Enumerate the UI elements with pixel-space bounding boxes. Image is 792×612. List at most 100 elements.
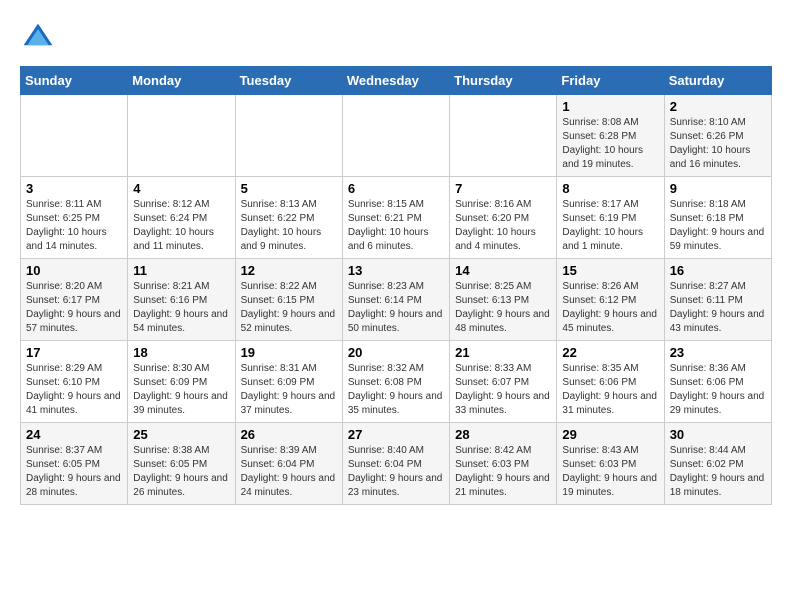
day-info: Sunrise: 8:35 AM Sunset: 6:06 PM Dayligh…: [562, 362, 658, 418]
calendar-cell: 19 Sunrise: 8:31 AM Sunset: 6:09 PM Dayli…: [235, 341, 342, 423]
day-info: Sunrise: 8:23 AM Sunset: 6:14 PM Dayligh…: [348, 280, 444, 336]
day-info: Sunrise: 8:12 AM Sunset: 6:24 PM Dayligh…: [133, 198, 229, 254]
day-info: Sunrise: 8:25 AM Sunset: 6:13 PM Dayligh…: [455, 280, 551, 336]
day-number: 14: [455, 263, 551, 278]
day-info: Sunrise: 8:29 AM Sunset: 6:10 PM Dayligh…: [26, 362, 122, 418]
day-number: 1: [562, 99, 658, 114]
day-info: Sunrise: 8:13 AM Sunset: 6:22 PM Dayligh…: [241, 198, 337, 254]
calendar-cell: 2Sunrise: 8:10 AM Sunset: 6:26 PM Daylig…: [664, 95, 771, 177]
day-number: 15: [562, 263, 658, 278]
weekday-header-friday: Friday: [557, 67, 664, 95]
day-info: Sunrise: 8:43 AM Sunset: 6:03 PM Dayligh…: [562, 444, 658, 500]
calendar-cell: 27Sunrise: 8:40 AM Sunset: 6:04 PM Dayli…: [342, 423, 449, 505]
calendar-cell: 13Sunrise: 8:23 AM Sunset: 6:14 PM Dayli…: [342, 259, 449, 341]
day-info: Sunrise: 8:32 AM Sunset: 6:08 PM Dayligh…: [348, 362, 444, 418]
calendar-cell: 1 Sunrise: 8:08 AM Sunset: 6:28 PM Daylig…: [557, 95, 664, 177]
week-row-1: 1 Sunrise: 8:08 AM Sunset: 6:28 PM Daylig…: [21, 95, 772, 177]
page-header: [20, 20, 772, 56]
calendar-cell: 18Sunrise: 8:30 AM Sunset: 6:09 PM Dayli…: [128, 341, 235, 423]
calendar-cell: 23 Sunrise: 8:36 AM Sunset: 6:06 PM Dayli…: [664, 341, 771, 423]
day-number: 3: [26, 181, 122, 196]
calendar-cell: [450, 95, 557, 177]
calendar-cell: 12 Sunrise: 8:22 AM Sunset: 6:15 PM Dayli…: [235, 259, 342, 341]
weekday-header-row: SundayMondayTuesdayWednesdayThursdayFrid…: [21, 67, 772, 95]
calendar-cell: 7Sunrise: 8:16 AM Sunset: 6:20 PM Daylig…: [450, 177, 557, 259]
day-info: Sunrise: 8:38 AM Sunset: 6:05 PM Dayligh…: [133, 444, 229, 500]
calendar-table: SundayMondayTuesdayWednesdayThursdayFrid…: [20, 66, 772, 505]
weekday-header-saturday: Saturday: [664, 67, 771, 95]
day-number: 22: [562, 345, 658, 360]
calendar-cell: 28 Sunrise: 8:42 AM Sunset: 6:03 PM Dayli…: [450, 423, 557, 505]
day-number: 29: [562, 427, 658, 442]
calendar-cell: 30 Sunrise: 8:44 AM Sunset: 6:02 PM Dayli…: [664, 423, 771, 505]
day-info: Sunrise: 8:42 AM Sunset: 6:03 PM Dayligh…: [455, 444, 551, 500]
day-info: Sunrise: 8:10 AM Sunset: 6:26 PM Dayligh…: [670, 116, 766, 172]
weekday-header-thursday: Thursday: [450, 67, 557, 95]
day-info: Sunrise: 8:27 AM Sunset: 6:11 PM Dayligh…: [670, 280, 766, 336]
day-info: Sunrise: 8:11 AM Sunset: 6:25 PM Dayligh…: [26, 198, 122, 254]
day-number: 24: [26, 427, 122, 442]
day-info: Sunrise: 8:39 AM Sunset: 6:04 PM Dayligh…: [241, 444, 337, 500]
day-number: 19: [241, 345, 337, 360]
calendar-cell: 6 Sunrise: 8:15 AM Sunset: 6:21 PM Daylig…: [342, 177, 449, 259]
weekday-header-wednesday: Wednesday: [342, 67, 449, 95]
day-number: 7: [455, 181, 551, 196]
day-info: Sunrise: 8:26 AM Sunset: 6:12 PM Dayligh…: [562, 280, 658, 336]
day-number: 10: [26, 263, 122, 278]
calendar-cell: 10Sunrise: 8:20 AM Sunset: 6:17 PM Dayli…: [21, 259, 128, 341]
calendar-cell: 9 Sunrise: 8:18 AM Sunset: 6:18 PM Daylig…: [664, 177, 771, 259]
day-number: 9: [670, 181, 766, 196]
calendar-cell: 4 Sunrise: 8:12 AM Sunset: 6:24 PM Daylig…: [128, 177, 235, 259]
calendar-cell: 26 Sunrise: 8:39 AM Sunset: 6:04 PM Dayli…: [235, 423, 342, 505]
day-number: 30: [670, 427, 766, 442]
calendar-cell: 17 Sunrise: 8:29 AM Sunset: 6:10 PM Dayli…: [21, 341, 128, 423]
week-row-3: 10Sunrise: 8:20 AM Sunset: 6:17 PM Dayli…: [21, 259, 772, 341]
day-number: 16: [670, 263, 766, 278]
calendar-cell: [21, 95, 128, 177]
calendar-cell: 24 Sunrise: 8:37 AM Sunset: 6:05 PM Dayli…: [21, 423, 128, 505]
calendar-cell: 15 Sunrise: 8:26 AM Sunset: 6:12 PM Dayli…: [557, 259, 664, 341]
day-number: 26: [241, 427, 337, 442]
day-info: Sunrise: 8:31 AM Sunset: 6:09 PM Dayligh…: [241, 362, 337, 418]
day-number: 21: [455, 345, 551, 360]
day-info: Sunrise: 8:37 AM Sunset: 6:05 PM Dayligh…: [26, 444, 122, 500]
day-number: 5: [241, 181, 337, 196]
day-info: Sunrise: 8:22 AM Sunset: 6:15 PM Dayligh…: [241, 280, 337, 336]
day-number: 23: [670, 345, 766, 360]
weekday-header-monday: Monday: [128, 67, 235, 95]
day-info: Sunrise: 8:21 AM Sunset: 6:16 PM Dayligh…: [133, 280, 229, 336]
calendar-cell: 21 Sunrise: 8:33 AM Sunset: 6:07 PM Dayli…: [450, 341, 557, 423]
day-info: Sunrise: 8:08 AM Sunset: 6:28 PM Dayligh…: [562, 116, 658, 172]
calendar-cell: 20 Sunrise: 8:32 AM Sunset: 6:08 PM Dayli…: [342, 341, 449, 423]
day-number: 8: [562, 181, 658, 196]
day-info: Sunrise: 8:17 AM Sunset: 6:19 PM Dayligh…: [562, 198, 658, 254]
day-number: 17: [26, 345, 122, 360]
week-row-4: 17 Sunrise: 8:29 AM Sunset: 6:10 PM Dayli…: [21, 341, 772, 423]
calendar-cell: 14 Sunrise: 8:25 AM Sunset: 6:13 PM Dayli…: [450, 259, 557, 341]
calendar-cell: 3 Sunrise: 8:11 AM Sunset: 6:25 PM Daylig…: [21, 177, 128, 259]
day-info: Sunrise: 8:33 AM Sunset: 6:07 PM Dayligh…: [455, 362, 551, 418]
day-number: 28: [455, 427, 551, 442]
day-number: 11: [133, 263, 229, 278]
calendar-cell: 25 Sunrise: 8:38 AM Sunset: 6:05 PM Dayli…: [128, 423, 235, 505]
day-number: 20: [348, 345, 444, 360]
day-info: Sunrise: 8:36 AM Sunset: 6:06 PM Dayligh…: [670, 362, 766, 418]
day-info: Sunrise: 8:15 AM Sunset: 6:21 PM Dayligh…: [348, 198, 444, 254]
calendar-cell: 5 Sunrise: 8:13 AM Sunset: 6:22 PM Daylig…: [235, 177, 342, 259]
calendar-cell: [342, 95, 449, 177]
day-info: Sunrise: 8:40 AM Sunset: 6:04 PM Dayligh…: [348, 444, 444, 500]
logo-icon: [20, 20, 56, 56]
week-row-2: 3 Sunrise: 8:11 AM Sunset: 6:25 PM Daylig…: [21, 177, 772, 259]
week-row-5: 24 Sunrise: 8:37 AM Sunset: 6:05 PM Dayli…: [21, 423, 772, 505]
day-number: 25: [133, 427, 229, 442]
calendar-cell: 11 Sunrise: 8:21 AM Sunset: 6:16 PM Dayli…: [128, 259, 235, 341]
weekday-header-tuesday: Tuesday: [235, 67, 342, 95]
day-number: 4: [133, 181, 229, 196]
logo: [20, 20, 60, 56]
day-number: 6: [348, 181, 444, 196]
day-number: 12: [241, 263, 337, 278]
calendar-cell: [128, 95, 235, 177]
day-info: Sunrise: 8:18 AM Sunset: 6:18 PM Dayligh…: [670, 198, 766, 254]
calendar-cell: 16 Sunrise: 8:27 AM Sunset: 6:11 PM Dayli…: [664, 259, 771, 341]
day-info: Sunrise: 8:44 AM Sunset: 6:02 PM Dayligh…: [670, 444, 766, 500]
